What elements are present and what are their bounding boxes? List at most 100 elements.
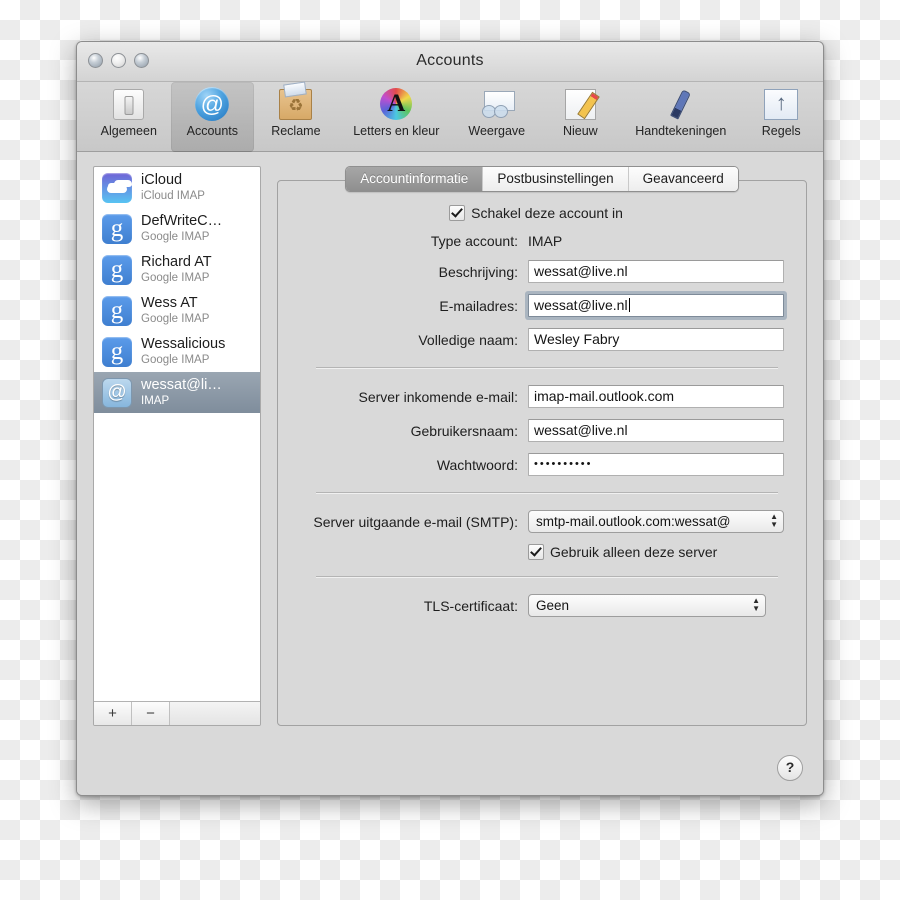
help-button[interactable]: ? — [777, 755, 803, 781]
add-account-button[interactable]: + — [94, 702, 132, 725]
account-name: Wess AT — [141, 295, 198, 312]
switch-plate-icon — [87, 86, 171, 122]
smtp-only-checkbox[interactable] — [528, 544, 544, 560]
toolbar-item-letters-en-kleur[interactable]: Letters en kleur — [338, 82, 455, 138]
enable-account-label: Schakel deze account in — [471, 205, 623, 221]
tab-bar: Accountinformatie Postbusinstellingen Ge… — [277, 166, 807, 192]
username-label: Gebruikersnaam: — [410, 422, 518, 439]
viewing-glasses-icon — [455, 86, 539, 122]
rules-arrows-icon — [739, 86, 823, 122]
toolbar-item-accounts[interactable]: @ Accounts — [170, 82, 255, 152]
junk-bag-icon — [254, 86, 338, 122]
toolbar-label-regels: Regels — [761, 124, 801, 138]
password-input[interactable]: •••••••••• — [528, 453, 784, 476]
username-row: Gebruikersnaam: wessat@live.nl — [288, 419, 784, 442]
account-type: Google IMAP — [141, 353, 210, 366]
list-item[interactable]: iCloud iCloud IMAP — [94, 167, 260, 208]
smtp-row: Server uitgaande e-mail (SMTP): smtp-mai… — [288, 510, 784, 533]
text-cursor — [628, 298, 630, 312]
toolbar-item-nieuw[interactable]: Nieuw — [539, 82, 623, 138]
separator-1 — [316, 367, 778, 369]
toolbar-label-weergave: Weergave — [468, 124, 526, 138]
compose-pencil-icon — [539, 86, 623, 122]
toolbar-label-handtekeningen: Handtekeningen — [635, 124, 727, 138]
tls-label: TLS-certificaat: — [423, 597, 518, 614]
smtp-label: Server uitgaande e-mail (SMTP): — [313, 513, 518, 530]
account-name: Richard AT — [141, 254, 212, 271]
tls-select[interactable]: Geen ▲ ▼ — [528, 594, 766, 617]
account-type: Google IMAP — [141, 230, 210, 243]
list-item[interactable]: DefWriteC… Google IMAP — [94, 208, 260, 249]
list-item[interactable]: Wessalicious Google IMAP — [94, 331, 260, 372]
account-text: DefWriteC… Google IMAP — [141, 213, 222, 243]
incoming-server-input[interactable]: imap-mail.outlook.com — [528, 385, 784, 408]
list-item-selected[interactable]: wessat@li… IMAP — [94, 372, 260, 413]
tab-postbusinstellingen[interactable]: Postbusinstellingen — [483, 167, 629, 191]
google-icon — [102, 254, 132, 285]
sidebar-bottom-filler — [170, 702, 260, 725]
account-type-label: Type account: — [430, 233, 518, 249]
smtp-value: smtp-mail.outlook.com:wessat@ — [536, 514, 731, 529]
account-type-row: Type account: IMAP — [288, 233, 784, 249]
account-text: wessat@li… IMAP — [141, 377, 222, 407]
panes-container: iCloud iCloud IMAP DefWriteC… Google IMA… — [93, 166, 807, 726]
window-title: Accounts — [416, 52, 484, 69]
tabs-group: Accountinformatie Postbusinstellingen Ge… — [345, 166, 739, 192]
smtp-only-label: Gebruik alleen deze server — [550, 544, 718, 560]
google-icon — [102, 336, 132, 367]
accounts-sidebar: iCloud iCloud IMAP DefWriteC… Google IMA… — [93, 166, 261, 726]
account-name: wessat@li… — [141, 377, 222, 394]
full-name-input[interactable]: Wesley Fabry — [528, 328, 784, 351]
email-input[interactable]: wessat@live.nl — [528, 294, 784, 317]
password-label: Wachtwoord: — [436, 456, 518, 473]
full-name-row: Volledige naam: Wesley Fabry — [288, 328, 784, 351]
account-info-panel: Schakel deze account in Type account: IM… — [277, 180, 807, 726]
description-label: Beschrijving: — [438, 263, 518, 280]
toolbar-label-letters-en-kleur: Letters en kleur — [353, 124, 440, 138]
enable-account-row[interactable]: Schakel deze account in — [288, 205, 784, 221]
at-sign-icon: @ — [171, 86, 255, 122]
list-item[interactable]: Richard AT Google IMAP — [94, 249, 260, 290]
preferences-toolbar: Algemeen @ Accounts Reclame Letters en k… — [77, 82, 823, 152]
tls-row: TLS-certificaat: Geen ▲ ▼ — [288, 594, 784, 617]
account-name: iCloud — [141, 172, 183, 189]
sidebar-bottom-bar: + − — [94, 701, 260, 725]
account-text: Richard AT Google IMAP — [141, 254, 212, 284]
preferences-content: iCloud iCloud IMAP DefWriteC… Google IMA… — [77, 152, 823, 795]
window-titlebar: Accounts — [77, 42, 823, 82]
toolbar-item-algemeen[interactable]: Algemeen — [87, 82, 171, 138]
toolbar-item-reclame[interactable]: Reclame — [254, 82, 338, 138]
chevron-updown-icon: ▲ ▼ — [770, 512, 778, 529]
list-item[interactable]: Wess AT Google IMAP — [94, 290, 260, 331]
accounts-preferences-window: Accounts Algemeen @ Accounts Reclame Let… — [76, 41, 824, 796]
google-icon — [102, 213, 132, 244]
google-icon — [102, 295, 132, 326]
toolbar-item-weergave[interactable]: Weergave — [455, 82, 539, 138]
full-name-label: Volledige naam: — [418, 331, 518, 348]
description-input[interactable]: wessat@live.nl — [528, 260, 784, 283]
description-row: Beschrijving: wessat@live.nl — [288, 260, 784, 283]
account-detail-pane: Accountinformatie Postbusinstellingen Ge… — [277, 166, 807, 726]
toolbar-label-algemeen: Algemeen — [100, 124, 157, 138]
icloud-icon — [102, 172, 132, 203]
toolbar-item-regels[interactable]: Regels — [739, 82, 823, 138]
smtp-only-row[interactable]: Gebruik alleen deze server — [288, 544, 784, 560]
account-type: Google IMAP — [141, 271, 210, 284]
separator-3 — [316, 576, 778, 578]
incoming-server-row: Server inkomende e-mail: imap-mail.outlo… — [288, 385, 784, 408]
account-name: Wessalicious — [141, 336, 226, 353]
enable-account-checkbox[interactable] — [449, 205, 466, 221]
username-input[interactable]: wessat@live.nl — [528, 419, 784, 442]
remove-account-button[interactable]: − — [132, 702, 170, 725]
smtp-select[interactable]: smtp-mail.outlook.com:wessat@ ▲ ▼ — [528, 510, 784, 533]
toolbar-label-nieuw: Nieuw — [562, 124, 598, 138]
toolbar-item-handtekeningen[interactable]: Handtekeningen — [622, 82, 739, 138]
account-type: iCloud IMAP — [141, 189, 205, 202]
account-type: Google IMAP — [141, 312, 210, 325]
tab-accountinformatie[interactable]: Accountinformatie — [346, 167, 484, 191]
tls-value: Geen — [536, 598, 570, 613]
password-row: Wachtwoord: •••••••••• — [288, 453, 784, 476]
incoming-server-label: Server inkomende e-mail: — [358, 388, 518, 405]
separator-2 — [316, 492, 778, 494]
tab-geavanceerd[interactable]: Geavanceerd — [628, 167, 738, 191]
